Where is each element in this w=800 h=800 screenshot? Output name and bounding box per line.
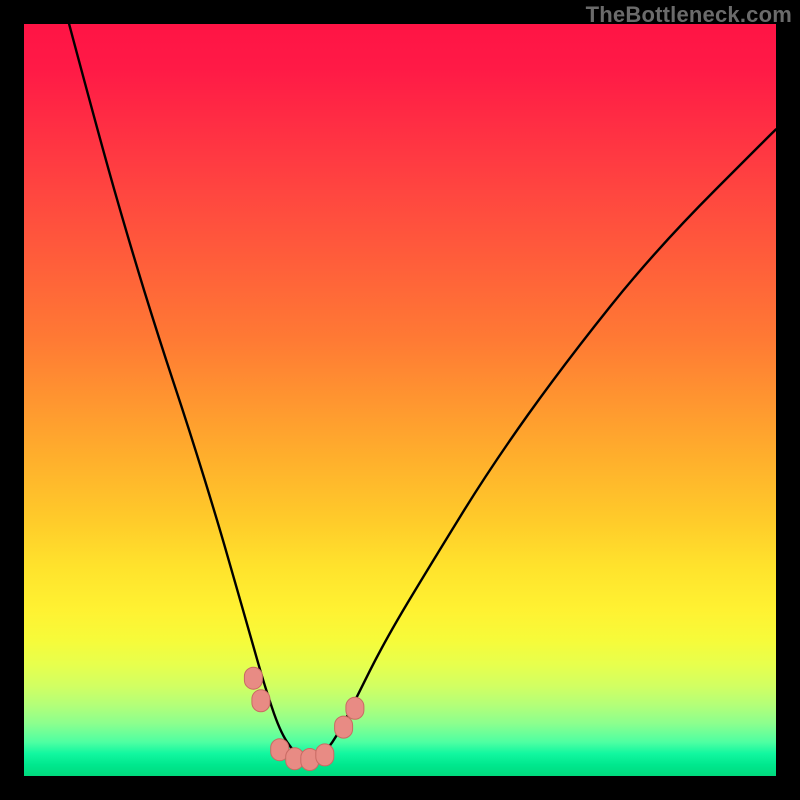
curve-marker [335, 716, 353, 738]
watermark-text: TheBottleneck.com [586, 2, 792, 28]
plot-area [24, 24, 776, 776]
outer-frame: TheBottleneck.com [0, 0, 800, 800]
bottleneck-curve [69, 24, 776, 759]
curve-layer [24, 24, 776, 776]
curve-marker [244, 667, 262, 689]
curve-marker [316, 744, 334, 766]
curve-marker [252, 690, 270, 712]
curve-marker [346, 697, 364, 719]
highlight-markers [244, 667, 364, 770]
